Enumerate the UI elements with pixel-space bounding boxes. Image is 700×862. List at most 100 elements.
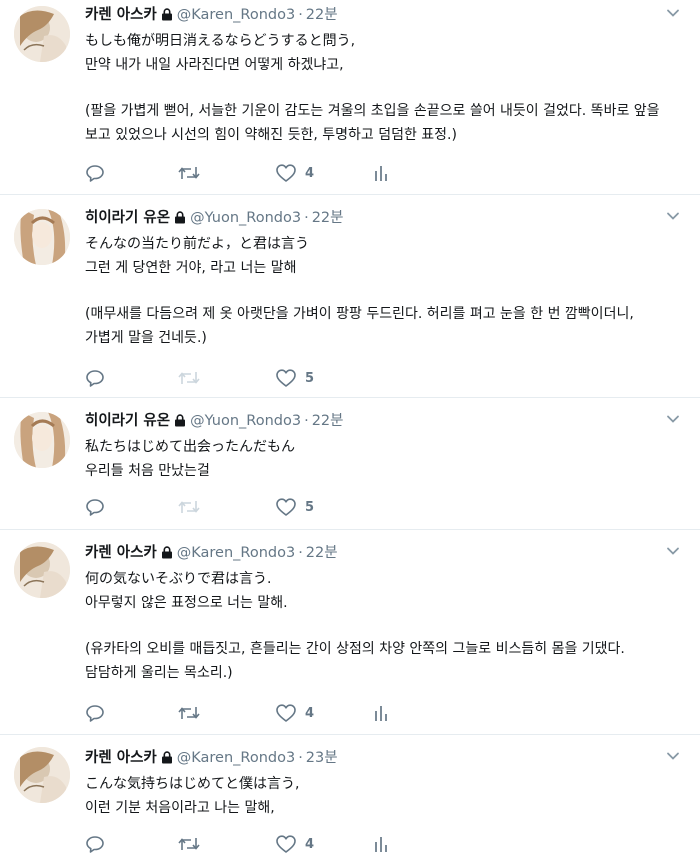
avatar[interactable] <box>14 542 70 598</box>
tweet[interactable]: 카렌 아스카 @Karen_Rondo3 · 22분 もしも俺が明日消えるならどうする… <box>0 0 700 195</box>
tweet[interactable]: 히이라기 유온 @Yuon_Rondo3 · 22분 そんなの当たり前だよ，と君は言う… <box>0 195 700 398</box>
retweet-icon <box>178 501 200 513</box>
heart-icon <box>276 835 296 853</box>
display-name[interactable]: 히이라기 유온 <box>85 413 170 429</box>
retweet-icon <box>178 372 200 384</box>
like-count: 4 <box>305 836 315 852</box>
lock-icon <box>161 745 173 775</box>
tweet-line: 何の気ないそぶりで君は言う. <box>85 571 272 587</box>
tweet-paragraph: (팔을 가볍게 뻗어, 서늘한 기운이 감도는 겨울의 초입을 손끝으로 쓸어 … <box>85 103 660 143</box>
reply-button[interactable] <box>85 832 105 856</box>
reply-icon <box>86 836 104 853</box>
separator-dot: · <box>298 7 303 23</box>
bar-chart-icon <box>375 837 387 852</box>
separator-dot: · <box>298 545 303 561</box>
reply-icon <box>86 165 104 182</box>
avatar[interactable] <box>14 747 70 803</box>
retweet-icon <box>178 707 200 719</box>
heart-icon <box>276 498 296 516</box>
bar-chart-icon <box>375 166 387 181</box>
reply-icon <box>86 499 104 516</box>
timestamp[interactable]: 23분 <box>306 750 338 766</box>
lock-icon <box>174 205 186 235</box>
tweet[interactable]: 카렌 아스카 @Karen_Rondo3 · 22분 何の気ないそぶりで君は言う. 아… <box>0 530 700 735</box>
display-name[interactable]: 카렌 아스카 <box>85 545 157 561</box>
reply-icon <box>86 370 104 387</box>
analytics-button[interactable] <box>373 832 389 856</box>
handle[interactable]: @Yuon_Rondo3 <box>190 413 301 429</box>
retweet-button[interactable] <box>177 701 201 725</box>
heart-icon <box>276 164 296 182</box>
reply-button[interactable] <box>85 366 105 390</box>
retweet-icon <box>178 167 200 179</box>
chevron-down-icon[interactable] <box>666 6 680 20</box>
reply-button[interactable] <box>85 161 105 185</box>
tweet-line: もしも俺が明日消えるならどうすると問う, <box>85 33 356 49</box>
avatar[interactable] <box>14 412 70 468</box>
like-count: 4 <box>305 165 315 181</box>
tweet-paragraph: (유카타의 오비를 매듭짓고, 흔들리는 간이 상점의 차양 안쪽의 그늘로 비… <box>85 641 625 681</box>
tweet-line: 이런 기분 처음이라고 나는 말해, <box>85 799 275 816</box>
tweet-line: 아무렇지 않은 표정으로 너는 말해. <box>85 594 288 611</box>
heart-icon <box>276 369 296 387</box>
chevron-down-icon[interactable] <box>666 749 680 763</box>
like-button[interactable]: 5 <box>275 495 314 519</box>
like-count: 5 <box>305 370 315 386</box>
heart-icon <box>276 704 296 722</box>
handle[interactable]: @Karen_Rondo3 <box>177 750 295 766</box>
tweet-text: 私たちはじめて出会ったんだもん 우리들 처음 만났는걸 <box>85 436 672 483</box>
separator-dot: · <box>298 750 303 766</box>
retweet-button[interactable] <box>177 161 201 185</box>
tweet-text: こんな気持ちはじめてと僕は言う, 이런 기분 처음이라고 나는 말해, <box>85 773 672 820</box>
display-name[interactable]: 카렌 아스카 <box>85 750 157 766</box>
tweet-line: そんなの当たり前だよ，と君は言う <box>85 236 309 252</box>
reply-button[interactable] <box>85 701 105 725</box>
tweet-line: 만약 내가 내일 사라진다면 어떻게 하겠냐고, <box>85 56 344 73</box>
like-button[interactable]: 4 <box>275 701 314 725</box>
timestamp[interactable]: 22분 <box>306 545 338 561</box>
like-count: 4 <box>305 705 315 721</box>
chevron-down-icon[interactable] <box>666 544 680 558</box>
retweet-button[interactable] <box>177 832 201 856</box>
like-button[interactable]: 4 <box>275 832 314 856</box>
tweet-line: こんな気持ちはじめてと僕は言う, <box>85 776 300 792</box>
like-button[interactable]: 4 <box>275 161 314 185</box>
reply-icon <box>86 705 104 722</box>
lock-icon <box>174 408 186 438</box>
handle[interactable]: @Karen_Rondo3 <box>177 7 295 23</box>
lock-icon <box>161 540 173 570</box>
separator-dot: · <box>304 413 309 429</box>
like-button[interactable]: 5 <box>275 366 314 390</box>
avatar[interactable] <box>14 6 70 62</box>
separator-dot: · <box>304 210 309 226</box>
timestamp[interactable]: 22분 <box>312 210 344 226</box>
tweet-text: もしも俺が明日消えるならどうすると問う, 만약 내가 내일 사라진다면 어떻게 … <box>85 30 672 147</box>
tweet-line: 우리들 처음 만났는걸 <box>85 462 210 479</box>
tweet[interactable]: 카렌 아스카 @Karen_Rondo3 · 23분 こんな気持ちはじめてと僕は言う,… <box>0 735 700 862</box>
display-name[interactable]: 카렌 아스카 <box>85 7 157 23</box>
tweet-text: 何の気ないそぶりで君は言う. 아무렇지 않은 표정으로 너는 말해. (유카타의… <box>85 568 672 685</box>
retweet-button <box>177 495 201 519</box>
analytics-button[interactable] <box>373 161 389 185</box>
reply-button[interactable] <box>85 495 105 519</box>
tweet-line: 私たちはじめて出会ったんだもん <box>85 439 295 455</box>
analytics-button[interactable] <box>373 701 389 725</box>
retweet-button <box>177 366 201 390</box>
tweet-paragraph: (매무새를 다듬으려 제 옷 아랫단을 가벼이 팡팡 두드린다. 허리를 펴고 … <box>85 306 634 346</box>
chevron-down-icon[interactable] <box>666 412 680 426</box>
tweet-text: そんなの当たり前だよ，と君は言う 그런 게 당연한 거야, 라고 너는 말해 (… <box>85 233 672 350</box>
timeline: 카렌 아스카 @Karen_Rondo3 · 22분 もしも俺が明日消えるならどうする… <box>0 0 700 862</box>
timestamp[interactable]: 22분 <box>306 7 338 23</box>
timestamp[interactable]: 22분 <box>312 413 344 429</box>
bar-chart-icon <box>375 706 387 721</box>
avatar[interactable] <box>14 209 70 265</box>
tweet[interactable]: 히이라기 유온 @Yuon_Rondo3 · 22분 私たちはじめて出会ったんだもん … <box>0 398 700 530</box>
like-count: 5 <box>305 499 315 515</box>
handle[interactable]: @Karen_Rondo3 <box>177 545 295 561</box>
handle[interactable]: @Yuon_Rondo3 <box>190 210 301 226</box>
lock-icon <box>161 2 173 32</box>
chevron-down-icon[interactable] <box>666 209 680 223</box>
display-name[interactable]: 히이라기 유온 <box>85 210 170 226</box>
tweet-line: 그런 게 당연한 거야, 라고 너는 말해 <box>85 259 297 276</box>
retweet-icon <box>178 838 200 850</box>
